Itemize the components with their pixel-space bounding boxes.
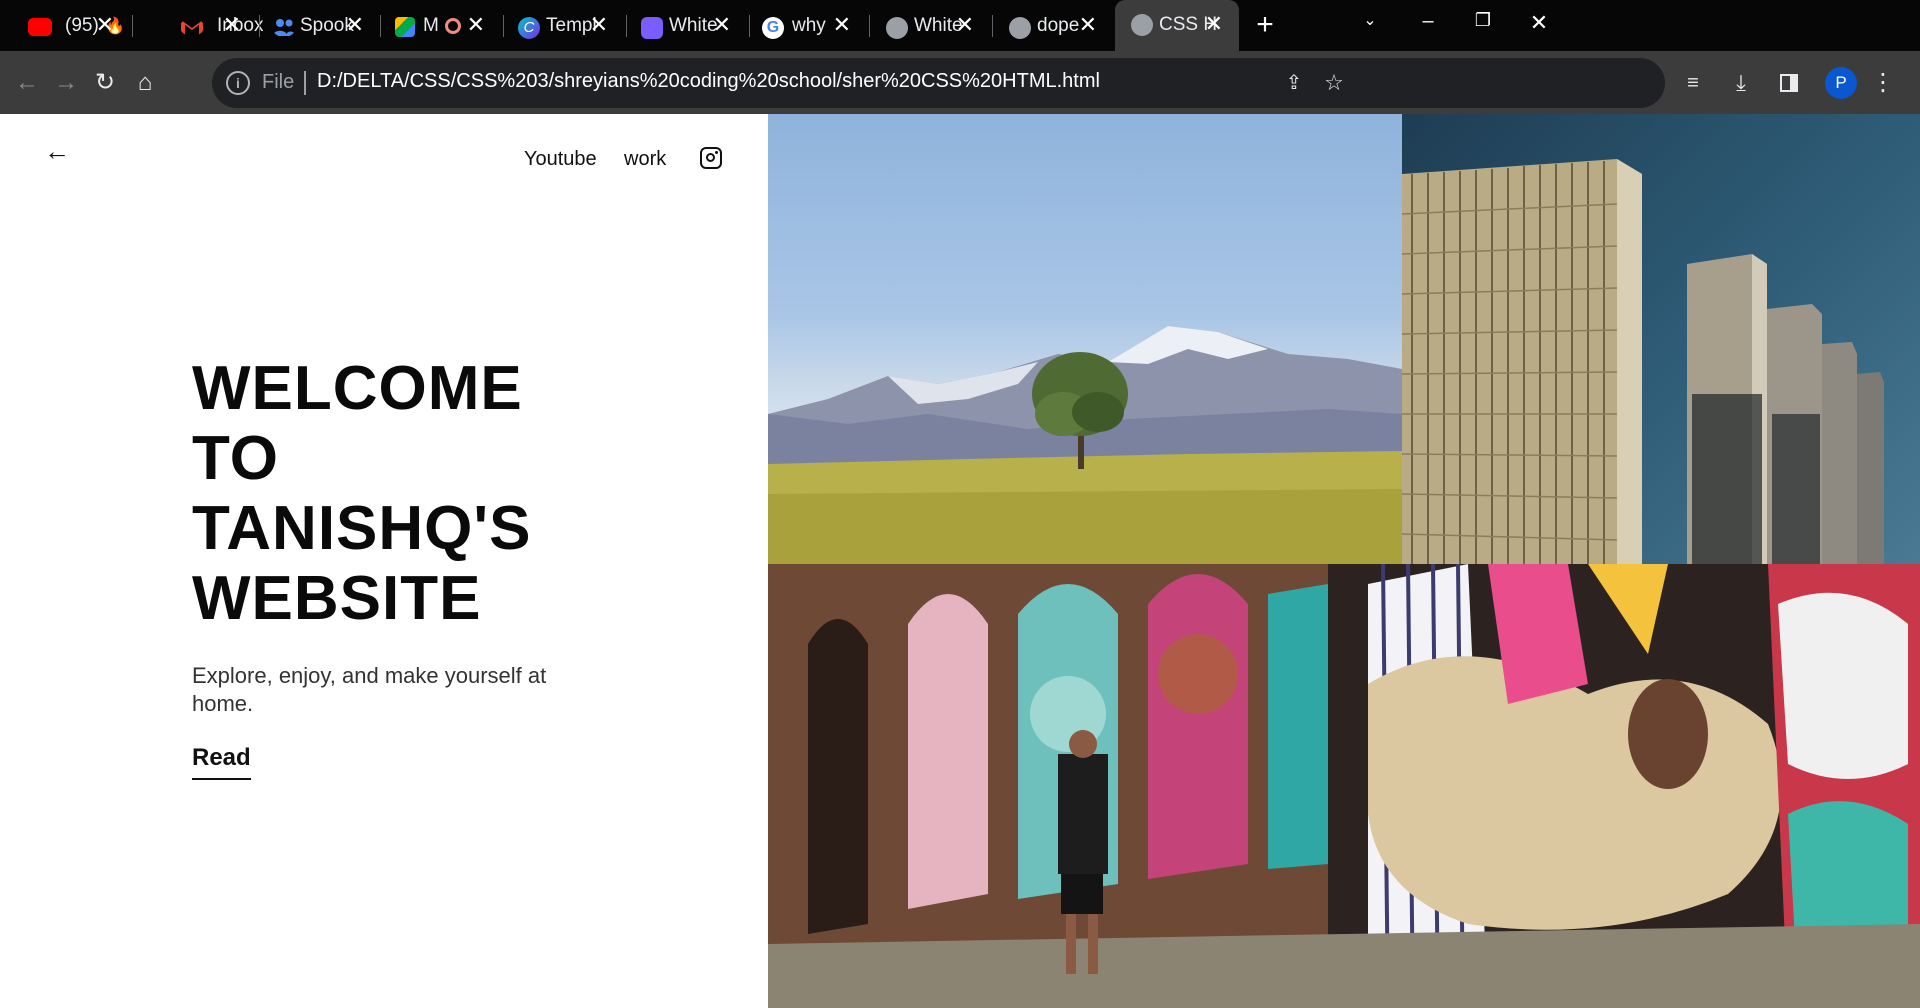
close-icon[interactable]: ✕ [590, 13, 608, 37]
close-icon[interactable]: ✕ [346, 13, 364, 37]
close-icon[interactable]: ✕ [956, 13, 974, 37]
globe-icon [1131, 14, 1153, 36]
avatar[interactable]: P [1825, 67, 1857, 99]
tab-whiteboard-2[interactable]: White ✕ [872, 5, 990, 47]
people-icon [273, 19, 295, 36]
tab-title: White [669, 15, 718, 36]
close-icon[interactable]: ✕ [1205, 12, 1223, 36]
bookmark-star-icon[interactable]: ☆ [1318, 67, 1350, 99]
close-icon[interactable]: ✕ [467, 13, 485, 37]
forward-icon[interactable]: → [50, 67, 82, 99]
back-icon[interactable]: ← [11, 67, 43, 99]
meet-icon [395, 17, 415, 37]
media-queue-icon[interactable]: ≡ [1677, 67, 1709, 99]
gmail-icon [181, 20, 203, 35]
close-window-icon[interactable]: ✕ [1519, 10, 1559, 36]
hero-panel: ← Youtube work WELCOME TO TANISHQ'S WEBS… [0, 114, 768, 1008]
tab-title: dope [1037, 15, 1080, 36]
tab-title: M [423, 15, 439, 36]
google-icon: G [762, 17, 784, 39]
tab-whiteboard-1[interactable]: White ✕ [629, 5, 747, 47]
tab-google-search[interactable]: G why n ✕ [752, 5, 867, 47]
url-text[interactable]: D:/DELTA/CSS/CSS%203/shreyians%20coding%… [317, 70, 1100, 93]
address-bar[interactable]: i File D:/DELTA/CSS/CSS%203/shreyians%20… [212, 58, 1665, 108]
canva-icon: C [518, 17, 540, 39]
close-icon[interactable]: ✕ [223, 13, 241, 37]
hero-subtitle: Explore, enjoy, and make yourself at hom… [192, 663, 547, 716]
new-tab-button[interactable]: + [1247, 8, 1283, 44]
nav-link-youtube[interactable]: Youtube [524, 148, 597, 171]
tab-strip: (95) 🔥 ✕ Inbox ✕ Spook ✕ M ✕ C Templ ✕ W… [0, 0, 1920, 51]
menu-kebab-icon[interactable]: ⋮ [1867, 67, 1899, 99]
tab-css-html[interactable]: CSS H ✕ [1115, 0, 1239, 51]
restore-icon[interactable]: ❐ [1463, 10, 1503, 31]
youtube-icon [28, 18, 52, 36]
globe-icon [1009, 17, 1031, 39]
photo-graffiti-wall [768, 564, 1920, 1008]
instagram-icon[interactable] [700, 147, 722, 169]
photo-mountain-tree [768, 114, 1402, 564]
side-panel-icon[interactable] [1773, 67, 1805, 99]
reload-icon[interactable]: ↻ [89, 67, 121, 99]
globe-icon [886, 17, 908, 39]
tab-gmail[interactable]: Inbox ✕ [137, 5, 263, 47]
web-page: ← Youtube work WELCOME TO TANISHQ'S WEBS… [0, 114, 1920, 1008]
info-icon[interactable]: i [226, 71, 250, 95]
tab-templ[interactable]: C Templ ✕ [506, 5, 624, 47]
whiteboard-icon [641, 17, 663, 39]
browser-toolbar: ← → ↻ ⌂ i File D:/DELTA/CSS/CSS%203/shre… [0, 51, 1920, 114]
tab-spook[interactable]: Spook ✕ [262, 5, 380, 47]
tab-youtube[interactable]: (95) 🔥 ✕ [0, 5, 130, 47]
back-arrow-icon[interactable]: ← [44, 136, 70, 167]
close-icon[interactable]: ✕ [713, 13, 731, 37]
hero-title: WELCOME TO TANISHQ'S WEBSITE [192, 354, 532, 633]
share-icon[interactable]: ⇪ [1278, 67, 1310, 99]
close-icon[interactable]: ✕ [833, 13, 851, 37]
tab-search-icon[interactable]: ⌄ [1350, 10, 1390, 30]
download-icon[interactable]: ⤓ [1725, 67, 1757, 99]
recording-icon [445, 18, 461, 34]
url-scheme: File [262, 71, 295, 93]
minimize-icon[interactable]: – [1408, 10, 1448, 33]
tab-title: why n [792, 15, 832, 36]
nav-link-work[interactable]: work [624, 148, 666, 171]
tab-title: (95) [65, 15, 99, 36]
close-icon[interactable]: ✕ [1079, 13, 1097, 37]
read-button[interactable]: Read [192, 744, 251, 780]
tab-meet[interactable]: M ✕ [383, 5, 501, 47]
photo-office-building [1402, 114, 1920, 564]
close-icon[interactable]: ✕ [96, 13, 114, 37]
tab-dope[interactable]: dope ✕ [995, 5, 1113, 47]
home-icon[interactable]: ⌂ [129, 67, 161, 99]
